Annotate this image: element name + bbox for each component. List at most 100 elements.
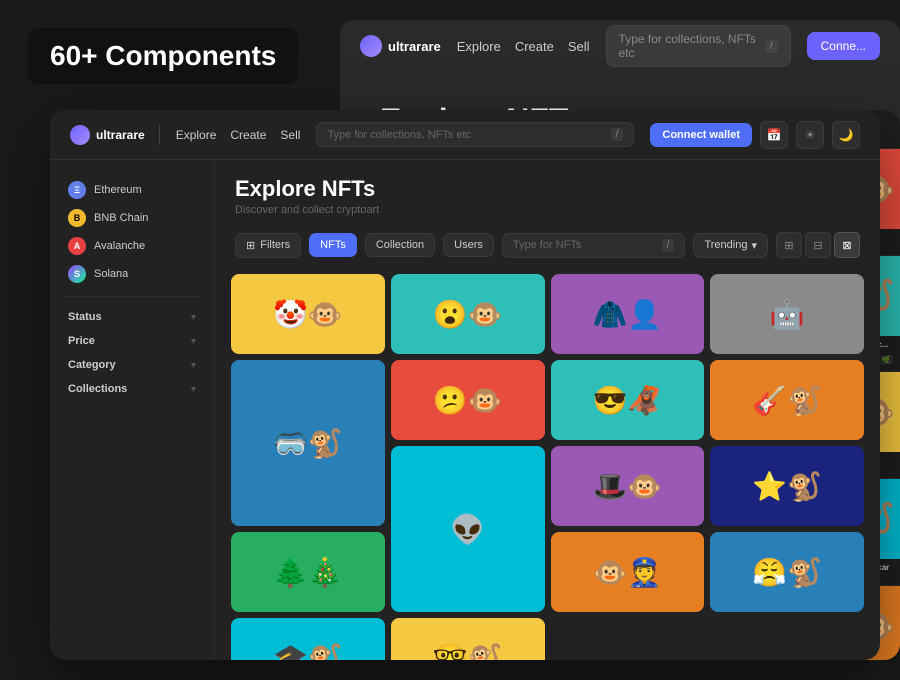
ethereum-label: Ethereum bbox=[94, 184, 142, 196]
nav-explore[interactable]: Explore bbox=[176, 128, 217, 142]
hero-label: 60+ Components bbox=[28, 28, 298, 84]
users-tab[interactable]: Users bbox=[443, 233, 494, 257]
collections-chevron-icon: ▾ bbox=[191, 384, 196, 395]
chain-solana[interactable]: S Solana bbox=[62, 260, 202, 288]
bnb-icon: B bbox=[68, 209, 86, 227]
nft-card-13[interactable]: 🐵👮 bbox=[551, 532, 705, 612]
nft-card-14[interactable]: 😤🐒 bbox=[710, 532, 864, 612]
main-nav-right: Connect wallet 📅 ☀ 🌙 bbox=[650, 121, 860, 149]
main-search[interactable]: Type for collections, NFTs etc / bbox=[316, 122, 634, 147]
back-nav: ultrarare Explore Create Sell Type for c… bbox=[340, 20, 900, 72]
nft-emoji-10: 🎩🐵 bbox=[551, 446, 705, 526]
nfts-tab[interactable]: NFTs bbox=[309, 233, 357, 257]
back-logo-text: ultrarare bbox=[388, 39, 441, 54]
chain-ethereum[interactable]: Ξ Ethereum bbox=[62, 176, 202, 204]
nft-emoji-16: 🤓🐒 bbox=[391, 618, 545, 660]
collections-filter[interactable]: Collections ▾ bbox=[62, 377, 202, 401]
nft-card-9[interactable]: 👽 bbox=[391, 446, 545, 612]
category-label: Category bbox=[68, 359, 116, 371]
nft-emoji-1: 🤡🐵 bbox=[231, 274, 385, 354]
content-area: Explore NFTs Discover and collect crypto… bbox=[215, 160, 880, 660]
filters-label: Filters bbox=[260, 239, 290, 251]
back-connect-button[interactable]: Conne... bbox=[807, 32, 880, 60]
sol-label: Solana bbox=[94, 268, 128, 280]
ethereum-icon: Ξ bbox=[68, 181, 86, 199]
view-btn-masonry[interactable]: ⊠ bbox=[834, 232, 860, 258]
nft-grid: 🤡🐵 😮🐵 🧥👤 🤖 🥽🐒 bbox=[231, 274, 864, 660]
main-nav: ultrarare Explore Create Sell Type for c… bbox=[50, 110, 880, 160]
chain-avalanche[interactable]: A Avalanche bbox=[62, 232, 202, 260]
nft-emoji-3: 🧥👤 bbox=[551, 274, 705, 354]
nft-card-12[interactable]: 🌲🎄 bbox=[231, 532, 385, 612]
sidebar: Ξ Ethereum B BNB Chain A Avalanche S Sol… bbox=[50, 160, 215, 660]
nft-grid-container: 🤡🐵 😮🐵 🧥👤 🤖 🥽🐒 bbox=[215, 266, 880, 660]
trending-text: Trending bbox=[704, 239, 747, 251]
nft-card-10[interactable]: 🎩🐵 bbox=[551, 446, 705, 526]
view-btn-grid3[interactable]: ⊟ bbox=[805, 232, 831, 258]
nft-card-8[interactable]: 🎸🐒 bbox=[710, 360, 864, 440]
nft-card-15[interactable]: 🎓🐒 bbox=[231, 618, 385, 660]
nft-card-1[interactable]: 🤡🐵 bbox=[231, 274, 385, 354]
status-label: Status bbox=[68, 311, 102, 323]
nft-emoji-12: 🌲🎄 bbox=[231, 532, 385, 612]
nft-emoji-6: 😕🐵 bbox=[391, 360, 545, 440]
moon-icon[interactable]: 🌙 bbox=[832, 121, 860, 149]
nft-search-slash: / bbox=[662, 239, 675, 252]
status-filter[interactable]: Status ▾ bbox=[62, 305, 202, 329]
trending-dropdown[interactable]: Trending ▾ bbox=[693, 233, 768, 258]
category-filter[interactable]: Category ▾ bbox=[62, 353, 202, 377]
main-content: Ξ Ethereum B BNB Chain A Avalanche S Sol… bbox=[50, 160, 880, 660]
sun-icon[interactable]: ☀ bbox=[796, 121, 824, 149]
sidebar-divider bbox=[62, 296, 202, 297]
view-btn-grid2[interactable]: ⊞ bbox=[776, 232, 802, 258]
view-buttons: ⊞ ⊟ ⊠ bbox=[776, 232, 860, 258]
connect-wallet-button[interactable]: Connect wallet bbox=[650, 123, 752, 147]
nft-emoji-8: 🎸🐒 bbox=[710, 360, 864, 440]
filters-button[interactable]: ⊞ Filters bbox=[235, 233, 301, 258]
nft-emoji-7: 😎🦧 bbox=[551, 360, 705, 440]
sol-icon: S bbox=[68, 265, 86, 283]
nft-emoji-15: 🎓🐒 bbox=[231, 618, 385, 660]
avax-icon: A bbox=[68, 237, 86, 255]
explore-title: Explore NFTs bbox=[235, 176, 860, 202]
nft-emoji-5: 🥽🐒 bbox=[231, 360, 385, 526]
nft-card-7[interactable]: 😎🦧 bbox=[551, 360, 705, 440]
nft-emoji-14: 😤🐒 bbox=[710, 532, 864, 612]
nft-card-3[interactable]: 🧥👤 bbox=[551, 274, 705, 354]
trending-chevron-icon: ▾ bbox=[751, 239, 757, 252]
collection-tab[interactable]: Collection bbox=[365, 233, 435, 257]
users-label: Users bbox=[454, 239, 483, 251]
nav-sell[interactable]: Sell bbox=[280, 128, 300, 142]
calendar-icon[interactable]: 📅 bbox=[760, 121, 788, 149]
back-logo: ultrarare bbox=[360, 35, 441, 57]
chain-bnb[interactable]: B BNB Chain bbox=[62, 204, 202, 232]
status-chevron-icon: ▾ bbox=[191, 312, 196, 323]
nft-card-2[interactable]: 😮🐵 bbox=[391, 274, 545, 354]
nfts-label: NFTs bbox=[320, 239, 346, 251]
main-logo-text: ultrarare bbox=[96, 128, 145, 142]
filter-icon: ⊞ bbox=[246, 239, 255, 252]
back-nav-sell[interactable]: Sell bbox=[568, 39, 590, 54]
nft-search[interactable]: Type for NFTs / bbox=[502, 233, 686, 258]
avax-label: Avalanche bbox=[94, 240, 145, 252]
back-nav-explore[interactable]: Explore bbox=[457, 39, 501, 54]
back-nav-links: Explore Create Sell bbox=[457, 39, 590, 54]
main-logo-icon bbox=[70, 125, 90, 145]
back-search-slash: / bbox=[765, 40, 778, 53]
back-search[interactable]: Type for collections, NFTs etc / bbox=[606, 25, 791, 67]
nft-card-4[interactable]: 🤖 bbox=[710, 274, 864, 354]
nft-emoji-4: 🤖 bbox=[710, 274, 864, 354]
nav-create[interactable]: Create bbox=[230, 128, 266, 142]
nft-card-5[interactable]: 🥽🐒 bbox=[231, 360, 385, 526]
nft-card-11[interactable]: ⭐🐒 bbox=[710, 446, 864, 526]
chain-section: Ξ Ethereum B BNB Chain A Avalanche S Sol… bbox=[62, 176, 202, 288]
nft-search-placeholder: Type for NFTs bbox=[513, 239, 581, 251]
back-nav-create[interactable]: Create bbox=[515, 39, 554, 54]
nft-emoji-11: ⭐🐒 bbox=[710, 446, 864, 526]
nft-card-16[interactable]: 🤓🐒 bbox=[391, 618, 545, 660]
price-filter[interactable]: Price ▾ bbox=[62, 329, 202, 353]
back-logo-icon bbox=[360, 35, 382, 57]
collection-label: Collection bbox=[376, 239, 424, 251]
nft-card-6[interactable]: 😕🐵 bbox=[391, 360, 545, 440]
main-search-placeholder: Type for collections, NFTs etc bbox=[327, 129, 471, 141]
